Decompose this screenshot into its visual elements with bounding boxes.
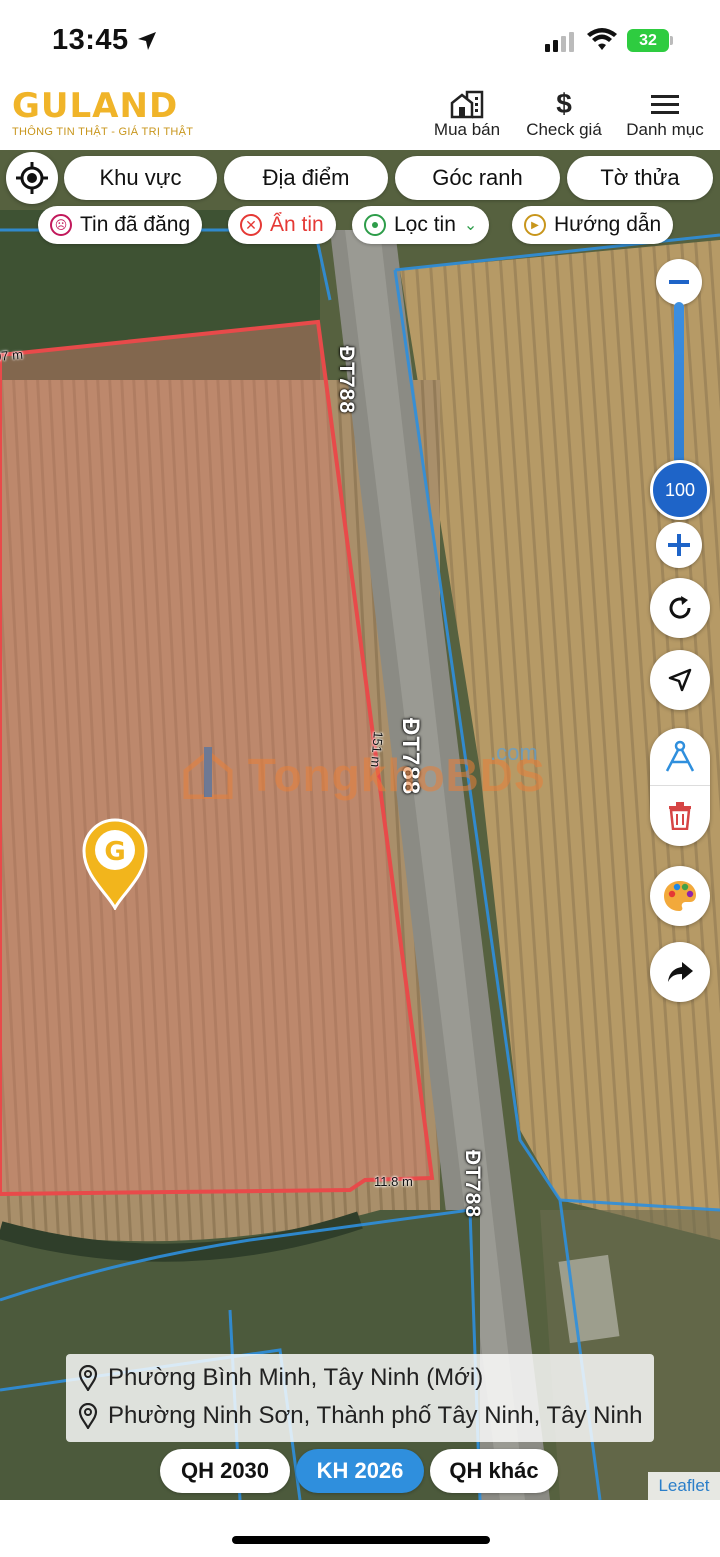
tab-dia-diem[interactable]: Địa điểm	[224, 156, 388, 200]
chip-label: Ẩn tin	[270, 213, 324, 236]
building-icon	[450, 90, 484, 119]
plan-qh-khac-button[interactable]: QH khác	[430, 1449, 558, 1493]
app-header: GULAND THÔNG TIN THẬT - GIÁ TRỊ THẬT Mua…	[0, 80, 720, 150]
chip-label: Hướng dẫn	[554, 213, 662, 236]
chip-label: Tin đã đăng	[80, 213, 191, 236]
share-arrow-icon	[668, 962, 693, 982]
chip-huong-dan[interactable]: ▶ Hướng dẫn	[512, 206, 674, 244]
chip-an-tin[interactable]: ✕ Ẩn tin	[228, 206, 336, 244]
address-line: Phường Ninh Sơn, Thành phố Tây Ninh, Tây…	[78, 1402, 643, 1430]
play-guide-icon: ▶	[524, 214, 546, 236]
guland-logo[interactable]: GULAND THÔNG TIN THẬT - GIÁ TRỊ THẬT	[12, 88, 193, 138]
zoom-slider-knob[interactable]: 100	[650, 460, 710, 520]
logo-tagline: THÔNG TIN THẬT - GIÁ TRỊ THẬT	[12, 126, 194, 138]
chip-label: Lọc tin	[394, 213, 456, 236]
hide-icon: ✕	[240, 214, 262, 236]
watermark-house-icon	[183, 747, 233, 800]
nav-mua-ban[interactable]: Mua bán	[430, 88, 504, 140]
home-indicator[interactable]	[232, 1536, 490, 1544]
map-view[interactable]: Khu vực Địa điểm Góc ranh Tờ thửa ☹ Tin …	[0, 150, 720, 1500]
nav-label: Danh mục	[626, 120, 704, 139]
cellular-signal-icon	[545, 32, 574, 52]
edge-length-label: 07 m	[0, 346, 24, 365]
chevron-down-icon: ⌄	[463, 217, 478, 234]
map-style-button[interactable]	[650, 866, 710, 926]
road-label: ĐT788	[461, 1150, 484, 1219]
tab-to-thua[interactable]: Tờ thửa	[567, 156, 713, 200]
plan-qh-2030-button[interactable]: QH 2030	[160, 1449, 290, 1493]
zoom-out-button[interactable]	[656, 259, 702, 305]
wifi-icon	[587, 28, 617, 50]
navigate-button[interactable]	[650, 650, 710, 710]
nav-danh-muc[interactable]: Danh mục	[622, 88, 708, 140]
tab-goc-ranh[interactable]: Góc ranh	[395, 156, 560, 200]
address-line: Phường Bình Minh, Tây Ninh (Mới)	[78, 1364, 483, 1392]
nav-check-gia[interactable]: $ Check giá	[521, 88, 607, 140]
watermark-suffix: .com	[490, 740, 538, 765]
locate-me-button[interactable]	[6, 152, 58, 204]
delete-button[interactable]	[650, 786, 710, 846]
edge-length-label: 11.8 m	[374, 1174, 413, 1189]
measure-button[interactable]	[650, 728, 710, 786]
location-pin-icon	[78, 1403, 98, 1429]
share-button[interactable]	[650, 942, 710, 1002]
crosshair-icon	[16, 162, 48, 194]
refresh-icon	[669, 596, 691, 619]
menu-icon	[651, 95, 679, 114]
map-pin-icon	[364, 214, 386, 236]
dollar-icon: $	[556, 88, 572, 119]
palette-icon	[664, 881, 696, 911]
zoom-slider-track[interactable]	[674, 302, 684, 472]
road-label: ĐT788	[335, 346, 358, 415]
minus-icon	[669, 280, 689, 284]
nav-label: Check giá	[526, 120, 602, 139]
compass-measure-icon	[665, 740, 695, 772]
battery-icon: 32	[627, 29, 669, 52]
refresh-button[interactable]	[650, 578, 710, 638]
address-panel: Phường Bình Minh, Tây Ninh (Mới) Phường …	[66, 1354, 654, 1442]
logo-text: GULAND	[12, 86, 179, 126]
zoom-in-button[interactable]	[656, 522, 702, 568]
nav-label: Mua bán	[433, 120, 501, 139]
measure-tool-group	[650, 728, 710, 846]
guland-listing-marker-icon[interactable]: G	[80, 816, 150, 910]
status-time: 13:45	[52, 24, 129, 56]
chip-tin-da-dang[interactable]: ☹ Tin đã đăng	[38, 206, 203, 244]
leaflet-attribution-link[interactable]: Leaflet	[648, 1472, 720, 1500]
plan-kh-2026-button[interactable]: KH 2026	[296, 1449, 424, 1493]
plus-icon	[668, 534, 690, 556]
navigation-arrow-icon	[668, 668, 692, 692]
location-pin-icon	[78, 1365, 98, 1391]
tab-khu-vuc[interactable]: Khu vực	[64, 156, 217, 200]
location-arrow-icon	[138, 32, 156, 50]
status-bar: 13:45 32	[0, 0, 720, 80]
svg-text:G: G	[104, 837, 125, 867]
trash-icon	[669, 802, 691, 830]
posted-icon: ☹	[50, 214, 72, 236]
chip-loc-tin[interactable]: Lọc tin ⌄	[352, 206, 490, 244]
